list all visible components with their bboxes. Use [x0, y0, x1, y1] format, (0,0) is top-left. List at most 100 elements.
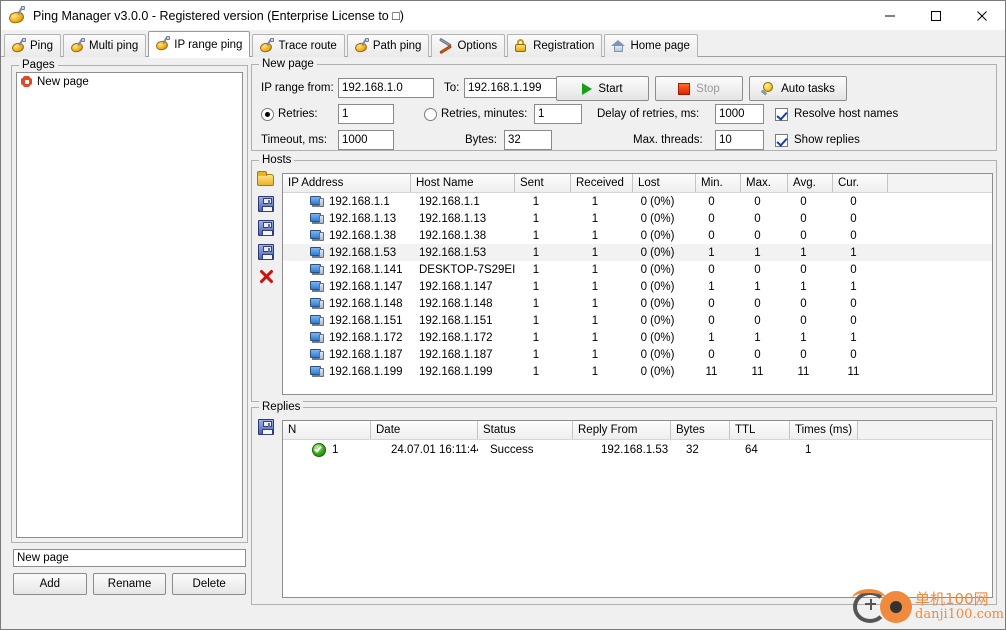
tab-options[interactable]: Options [431, 34, 506, 57]
column-header[interactable]: TTL [730, 421, 790, 439]
list-item[interactable]: New page [17, 73, 242, 90]
table-cell: 192.168.1.148 [283, 295, 411, 312]
delete-icon[interactable] [255, 265, 277, 287]
timeout-input[interactable]: 1000 [338, 130, 394, 150]
tab-multi-ping[interactable]: Multi ping [63, 34, 147, 57]
show-replies-checkbox[interactable] [775, 134, 788, 147]
table-row[interactable]: 192.168.1.199 192.168.1.199 1 1 0 (0%) 11 11 11… [283, 363, 992, 380]
table-row[interactable]: 192.168.1.13 192.168.1.13 1 1 0 (0%) 0 0 0 0 [283, 210, 992, 227]
tab-path-ping[interactable]: Path ping [346, 34, 430, 57]
replies-table-header[interactable]: N Date Status Reply From Bytes TTL Times (ms) [283, 421, 992, 440]
table-row[interactable]: 192.168.1.141 DESKTOP-7S29EIT 1 1 0 (0%) 0 0 0 0 [283, 261, 992, 278]
computer-icon [310, 263, 324, 276]
table-row[interactable]: 192.168.1.147 192.168.1.147 1 1 0 (0%) 1 1 1 1 [283, 278, 992, 295]
pages-legend: Pages [19, 59, 58, 71]
tab-ip-range-ping[interactable]: IP range ping [148, 31, 251, 57]
auto-tasks-button[interactable]: Auto tasks [749, 76, 847, 101]
max-threads-input[interactable]: 10 [715, 130, 764, 150]
pages-panel: Pages New page [11, 59, 248, 543]
table-row[interactable]: 192.168.1.172 192.168.1.172 1 1 0 (0%) 1 1 1 1 [283, 329, 992, 346]
tab-ping[interactable]: Ping [4, 34, 62, 57]
column-header[interactable]: Status [478, 421, 573, 439]
column-header[interactable]: Max. [741, 174, 788, 192]
table-row[interactable]: 1 24.07.01 16:11:44 Success 192.168.1.53 32 6… [283, 440, 992, 459]
hosts-table-body[interactable]: 192.168.1.1 192.168.1.1 1 1 0 (0%) 0 0 0 0 192.16… [283, 193, 992, 380]
table-cell: 0 [850, 263, 857, 276]
replies-panel: Replies N Date Status Reply From Bytes TTL Tim… [251, 401, 997, 605]
column-header[interactable]: Host Name [411, 174, 515, 192]
table-cell: 1 [532, 365, 540, 378]
delete-button[interactable]: Delete [172, 573, 247, 595]
delay-of-retries-input[interactable]: 1000 [715, 104, 764, 124]
table-cell: 1 [532, 348, 540, 361]
retries-minutes-input[interactable]: 1 [534, 104, 582, 124]
column-header[interactable]: N [283, 421, 371, 439]
column-header[interactable]: Lost [633, 174, 696, 192]
column-header[interactable]: Times (ms) [790, 421, 858, 439]
bytes-input[interactable]: 32 [504, 130, 552, 150]
maximize-button[interactable] [913, 1, 959, 30]
column-header[interactable]: Bytes [671, 421, 730, 439]
tab-trace-route[interactable]: Trace route [252, 34, 345, 57]
retries-minutes-radio[interactable] [424, 108, 437, 121]
table-cell: 0 [850, 195, 857, 208]
start-label: Start [598, 82, 623, 95]
retries-radio[interactable] [261, 108, 274, 121]
ping-settings-panel: New page IP range from: 192.168.1.0 To: … [251, 58, 997, 151]
table-row[interactable]: 192.168.1.53 192.168.1.53 1 1 0 (0%) 1 1 1 1 [283, 244, 992, 261]
stop-button[interactable]: Stop [655, 76, 743, 101]
table-row[interactable]: 192.168.1.151 192.168.1.151 1 1 0 (0%) 0 0 0 0 [283, 312, 992, 329]
replies-table[interactable]: N Date Status Reply From Bytes TTL Times (ms) … [282, 420, 993, 598]
open-folder-icon[interactable] [255, 169, 277, 191]
stop-label: Stop [696, 82, 720, 95]
column-header[interactable]: Received [571, 174, 633, 192]
tab-home-page[interactable]: Home page [604, 34, 698, 57]
close-button[interactable] [959, 1, 1005, 30]
ip-range-from-input[interactable]: 192.168.1.0 [338, 78, 434, 98]
computer-icon [310, 280, 324, 293]
replies-table-body[interactable]: 1 24.07.01 16:11:44 Success 192.168.1.53 32 6… [283, 440, 992, 459]
page-name-input[interactable]: New page [13, 549, 246, 567]
start-button[interactable]: Start [556, 76, 649, 101]
save-icon[interactable] [255, 217, 277, 239]
computer-icon [310, 212, 324, 225]
table-cell: 192.168.1.172 [419, 331, 493, 344]
save-icon[interactable] [255, 416, 277, 438]
table-cell: 0 [800, 348, 807, 361]
add-button[interactable]: Add [13, 573, 87, 595]
column-header[interactable]: Date [371, 421, 478, 439]
table-cell: 192.168.1.147 [419, 280, 493, 293]
table-cell: 0 (0%) [640, 263, 675, 276]
lock-icon [514, 38, 529, 54]
table-row[interactable]: 192.168.1.148 192.168.1.148 1 1 0 (0%) 0 0 0 0 [283, 295, 992, 312]
minimize-button[interactable] [867, 1, 913, 30]
table-row[interactable]: 192.168.1.38 192.168.1.38 1 1 0 (0%) 0 0 0 0 [283, 227, 992, 244]
save-icon[interactable] [255, 241, 277, 263]
save-icon[interactable] [255, 193, 277, 215]
column-header[interactable]: IP Address [283, 174, 411, 192]
column-header[interactable]: Avg. [788, 174, 833, 192]
column-header[interactable]: Sent [515, 174, 571, 192]
column-header[interactable]: Cur. [833, 174, 888, 192]
table-row[interactable]: 192.168.1.187 192.168.1.187 1 1 0 (0%) 0 0 0 0 [283, 346, 992, 363]
table-cell: 1 [591, 331, 599, 344]
pages-list[interactable]: New page [16, 72, 243, 538]
replies-legend: Replies [259, 401, 304, 413]
play-icon [582, 82, 593, 95]
hosts-table[interactable]: IP Address Host Name Sent Received Lost Min. M… [282, 173, 993, 395]
column-header[interactable]: Reply From [573, 421, 671, 439]
table-cell: 1 [850, 280, 857, 293]
tab-registration[interactable]: Registration [507, 34, 603, 57]
column-header[interactable]: Min. [696, 174, 741, 192]
resolve-host-names-checkbox[interactable] [775, 108, 788, 121]
hosts-table-header[interactable]: IP Address Host Name Sent Received Lost Min. M… [283, 174, 992, 193]
table-cell: 1 [591, 195, 599, 208]
table-cell: 0 [800, 263, 807, 276]
retries-input[interactable]: 1 [338, 104, 394, 124]
to-input[interactable]: 192.168.1.199 [464, 78, 564, 98]
table-cell: 192.168.1.151 [419, 314, 493, 327]
main-tab-bar[interactable]: Ping Multi ping IP range ping Trace rout… [1, 30, 1005, 57]
table-cell: 1 [591, 314, 599, 327]
table-row[interactable]: 192.168.1.1 192.168.1.1 1 1 0 (0%) 0 0 0 0 [283, 193, 992, 210]
rename-button[interactable]: Rename [92, 573, 167, 595]
